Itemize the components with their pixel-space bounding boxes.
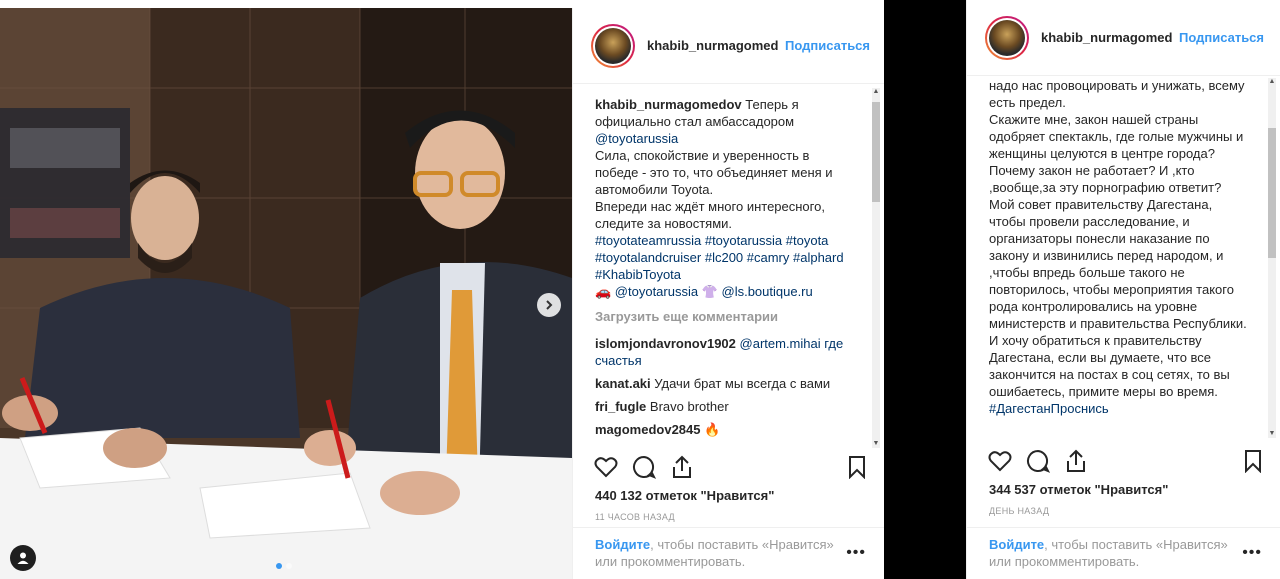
- comment-item: islomjondavronov1902 @artem.mihai где сч…: [595, 335, 852, 369]
- caption-line: Сила, спокойствие и уверенность в победе…: [595, 148, 833, 197]
- comment-text: Bravo brother: [649, 399, 729, 414]
- login-link[interactable]: Войдите: [989, 537, 1044, 552]
- comment-item: magomedov2845 🔥: [595, 421, 852, 438]
- comment-user[interactable]: fri_fugle: [595, 399, 646, 414]
- carousel-dot: [286, 563, 292, 569]
- mention-link[interactable]: @toyotarussia: [595, 131, 678, 146]
- scroll-down-icon[interactable]: ▼: [1268, 430, 1276, 438]
- likes-count[interactable]: 344 537 отметок "Нравится": [989, 482, 1168, 497]
- comment-icon[interactable]: [631, 454, 657, 480]
- scroll-up-icon[interactable]: ▲: [1268, 78, 1276, 86]
- comment-user[interactable]: kanat.aki: [595, 376, 651, 391]
- share-icon[interactable]: [669, 454, 695, 480]
- caption-line: Впереди нас ждёт много интересного, след…: [595, 199, 825, 231]
- comments-list: khabib_nurmagomedov Теперь я официально …: [573, 96, 870, 452]
- caption-paragraph: Мой совет правительству Дагестана, чтобы…: [989, 197, 1247, 331]
- action-bar: [987, 447, 1266, 475]
- post-sidebar-right: khabib_nurmagomedö Подписаться надо нас …: [966, 0, 1280, 579]
- caption-paragraph: надо нас провоцировать и унижать, всему …: [989, 78, 1245, 110]
- login-prompt: Войдите, чтобы поставить «Нравится» или …: [967, 527, 1280, 579]
- mentions-link[interactable]: 🚗 @toyotarussia 👚 @ls.boutique.ru: [595, 284, 813, 299]
- hashtags-link[interactable]: #toyotateamrussia #toyotarussia #toyota …: [595, 233, 844, 282]
- bookmark-icon[interactable]: [844, 454, 870, 480]
- heart-icon[interactable]: [593, 454, 619, 480]
- comment-item: fri_fugle Bravo brother: [595, 398, 852, 415]
- carousel-dot: [276, 563, 282, 569]
- login-prompt: Войдите, чтобы поставить «Нравится» или …: [573, 527, 884, 579]
- page: khabib_nurmagomedö Подписаться khabib_nu…: [0, 0, 1280, 579]
- scroll-thumb[interactable]: [1268, 128, 1276, 258]
- bookmark-icon[interactable]: [1240, 448, 1266, 474]
- comment-text: Удачи брат мы всегда с вами: [654, 376, 831, 391]
- post-time: ДЕНЬ НАЗАД: [989, 506, 1050, 516]
- post-header: khabib_nurmagomedö Подписаться: [573, 8, 884, 84]
- more-options-button[interactable]: •••: [846, 544, 866, 561]
- username[interactable]: khabib_nurmagomedö: [1041, 30, 1173, 45]
- background-gap: [884, 0, 966, 579]
- scroll-down-icon[interactable]: ▼: [872, 440, 880, 448]
- user-icon[interactable]: [10, 545, 36, 571]
- photo-illustration: [0, 8, 572, 579]
- hashtag-link[interactable]: #ДагестанПроснись: [989, 400, 1248, 417]
- share-icon[interactable]: [1063, 448, 1089, 474]
- action-bar: [593, 453, 870, 481]
- username[interactable]: khabib_nurmagomedö: [647, 38, 779, 53]
- avatar[interactable]: [591, 23, 635, 68]
- caption-text: надо нас провоцировать и унижать, всему …: [967, 77, 1266, 437]
- heart-icon[interactable]: [987, 448, 1013, 474]
- follow-button[interactable]: Подписаться: [1179, 30, 1264, 45]
- top-strip: [0, 0, 884, 8]
- scroll-up-icon[interactable]: ▲: [872, 88, 880, 96]
- likes-count[interactable]: 440 132 отметок "Нравится": [595, 488, 774, 503]
- scroll-thumb[interactable]: [872, 102, 880, 202]
- post-sidebar-left: khabib_nurmagomedö Подписаться khabib_nu…: [572, 8, 884, 579]
- comment-user[interactable]: islomjondavronov1902: [595, 336, 736, 351]
- comment-text: 🔥: [704, 422, 721, 437]
- comments-scrollbar[interactable]: ▲ ▼: [872, 88, 880, 448]
- load-more-comments[interactable]: Загрузить еще комментарии: [595, 308, 852, 325]
- more-options-button[interactable]: •••: [1242, 544, 1262, 561]
- post-time: 11 ЧАСОВ НАЗАД: [595, 512, 675, 522]
- chevron-right-icon[interactable]: [537, 293, 561, 317]
- caption: khabib_nurmagomedov Теперь я официально …: [595, 96, 852, 300]
- caption-scrollbar[interactable]: ▲ ▼: [1268, 78, 1276, 438]
- carousel-dots: [276, 563, 292, 569]
- post-header: khabib_nurmagomedö Подписаться: [967, 0, 1280, 76]
- avatar[interactable]: [985, 15, 1029, 60]
- comment-icon[interactable]: [1025, 448, 1051, 474]
- caption-author[interactable]: khabib_nurmagomedov: [595, 97, 742, 112]
- comment-user[interactable]: magomedov2845: [595, 422, 701, 437]
- caption-paragraph: Скажите мне, закон нашей страны одобряет…: [989, 112, 1244, 195]
- login-link[interactable]: Войдите: [595, 537, 650, 552]
- comment-item: kanat.aki Удачи брат мы всегда с вами: [595, 375, 852, 392]
- caption-paragraph: И хочу обратиться к правительству Дагест…: [989, 333, 1230, 399]
- follow-button[interactable]: Подписаться: [785, 38, 870, 53]
- post-photo[interactable]: [0, 8, 572, 579]
